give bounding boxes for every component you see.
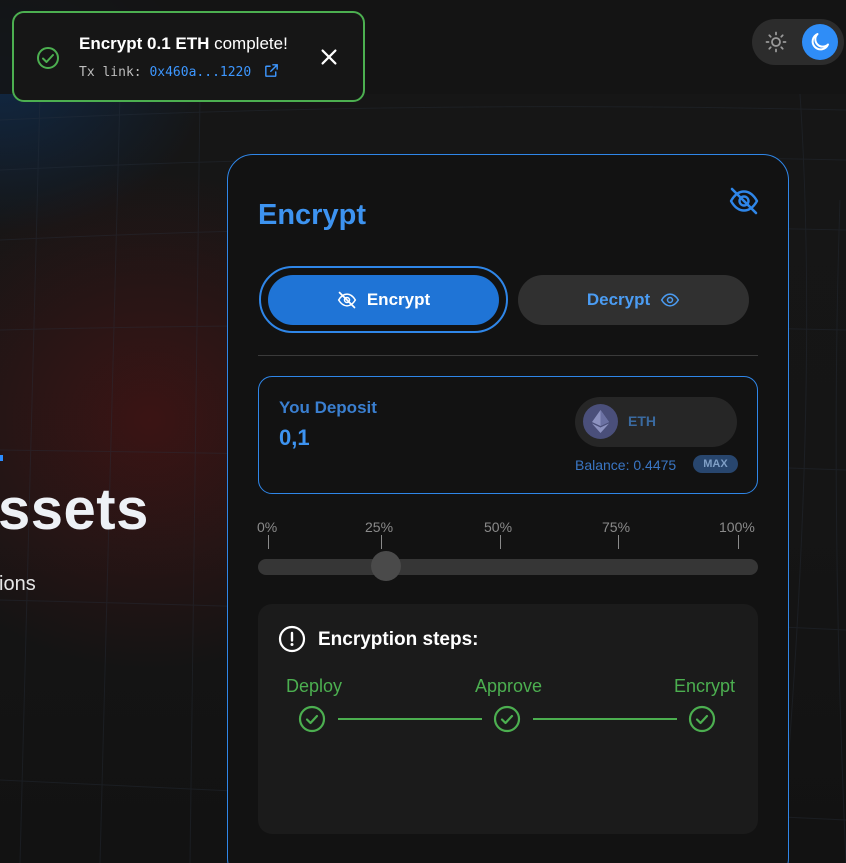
eye-off-icon bbox=[337, 291, 357, 309]
deposit-label: You Deposit bbox=[279, 398, 377, 417]
toast-title: Encrypt 0.1 ETH complete! bbox=[79, 34, 288, 54]
token-name: ETH bbox=[628, 413, 656, 429]
step-label-approve: Approve bbox=[475, 676, 543, 696]
divider bbox=[258, 355, 758, 356]
slider-mark-100: 100% bbox=[719, 519, 755, 535]
dark-mode-button[interactable] bbox=[802, 24, 838, 60]
slider-mark-0: 0% bbox=[257, 519, 278, 535]
slider-tick bbox=[500, 535, 501, 549]
ethereum-icon bbox=[592, 410, 609, 433]
encryption-steps-panel: Encryption steps: Deploy Approve Encrypt bbox=[258, 604, 758, 834]
check-circle-icon bbox=[298, 705, 326, 733]
step-label-deploy: Deploy bbox=[286, 676, 343, 696]
step-connector bbox=[338, 718, 482, 720]
steps-title: Encryption steps: bbox=[318, 629, 479, 650]
slider-mark-50: 50% bbox=[484, 519, 513, 535]
toast-link-label: Tx link: bbox=[79, 65, 150, 80]
hero-accent-mark bbox=[0, 455, 3, 461]
tab-encrypt-label: Encrypt bbox=[366, 290, 431, 309]
amount-slider-track[interactable] bbox=[258, 559, 758, 575]
deposit-amount-input[interactable]: 0,1 bbox=[279, 425, 310, 451]
tx-hash-link[interactable]: 0x460a...1220 bbox=[149, 65, 251, 80]
toast-tx-link-row: Tx link: 0x460a...1220 bbox=[79, 62, 280, 80]
slider-tick bbox=[381, 535, 382, 549]
tab-decrypt[interactable]: Decrypt bbox=[518, 275, 749, 325]
step-label-encrypt: Encrypt bbox=[674, 676, 736, 696]
check-circle-icon bbox=[493, 705, 521, 733]
eth-token-icon bbox=[583, 404, 618, 439]
toast-title-rest: complete! bbox=[209, 34, 288, 53]
slider-mark-25: 25% bbox=[365, 519, 394, 535]
balance-text: Balance: 0.4475 bbox=[575, 457, 677, 473]
hero-subtitle: ions bbox=[0, 573, 36, 595]
theme-toggle[interactable] bbox=[752, 19, 844, 65]
tab-decrypt-label: Decrypt bbox=[586, 290, 651, 309]
eye-icon bbox=[660, 293, 680, 307]
check-circle-icon bbox=[37, 47, 59, 69]
alert-circle-icon bbox=[278, 625, 306, 653]
check-circle-icon bbox=[688, 705, 716, 733]
close-icon[interactable] bbox=[318, 46, 340, 68]
deposit-panel: You Deposit 0,1 ETH Balance: 0.4475 MAX bbox=[258, 376, 758, 494]
slider-mark-75: 75% bbox=[602, 519, 631, 535]
eye-off-icon[interactable] bbox=[728, 185, 760, 217]
external-link-icon[interactable] bbox=[263, 62, 280, 79]
slider-tick bbox=[618, 535, 619, 549]
tab-encrypt[interactable]: Encrypt bbox=[268, 275, 499, 325]
token-selector[interactable]: ETH bbox=[575, 397, 737, 447]
encrypt-card: Encrypt Encrypt Decrypt You Deposit 0,1 bbox=[227, 154, 789, 863]
moon-icon bbox=[811, 33, 829, 51]
toast-title-strong: Encrypt 0.1 ETH bbox=[79, 34, 210, 53]
slider-tick bbox=[738, 535, 739, 549]
success-toast: Encrypt 0.1 ETH complete! Tx link: 0x460… bbox=[12, 11, 365, 102]
hero-title: ssets bbox=[0, 477, 149, 542]
amount-slider-thumb[interactable] bbox=[370, 551, 401, 581]
sun-icon[interactable] bbox=[764, 30, 788, 54]
max-button[interactable]: MAX bbox=[693, 455, 738, 473]
card-title: Encrypt bbox=[258, 199, 366, 231]
step-connector bbox=[533, 718, 677, 720]
slider-tick bbox=[268, 535, 269, 549]
